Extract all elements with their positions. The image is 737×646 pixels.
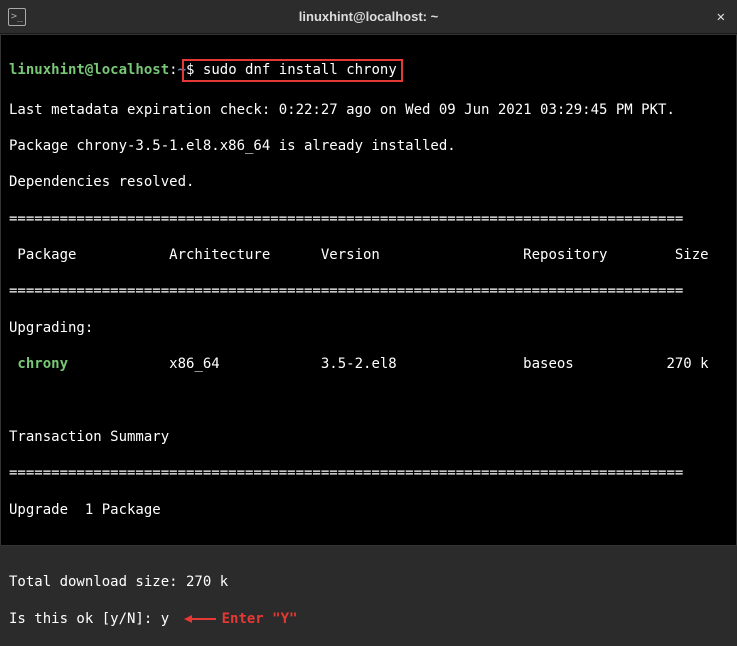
terminal-icon: >_ <box>8 8 26 26</box>
output-divider: ========================================… <box>9 210 728 228</box>
output-table-header: Package Architecture Version Repository … <box>9 246 728 264</box>
command-highlight: $ sudo dnf install chrony <box>182 59 403 82</box>
prompt-separator: : <box>169 62 177 78</box>
arrow-left-icon <box>184 615 192 623</box>
output-divider: ========================================… <box>9 282 728 300</box>
prompt-dollar: $ <box>186 62 194 78</box>
output-package-details: x86_64 3.5-2.el8 baseos 270 k <box>68 356 709 372</box>
output-upgrading-label: Upgrading: <box>9 319 728 337</box>
output-divider: ========================================… <box>9 464 728 482</box>
prompt-user-host: linuxhint@localhost <box>9 62 169 78</box>
window-title: linuxhint@localhost: ~ <box>299 9 438 24</box>
output-package-name: chrony <box>9 356 68 372</box>
output-deps-resolved: Dependencies resolved. <box>9 173 728 191</box>
output-confirm-answer: y <box>161 611 169 627</box>
output-already-installed: Package chrony-3.5-1.el8.x86_64 is alrea… <box>9 137 728 155</box>
window-titlebar: >_ linuxhint@localhost: ~ ✕ <box>0 0 737 34</box>
arrow-line <box>192 618 216 620</box>
output-metadata: Last metadata expiration check: 0:22:27 … <box>9 101 728 119</box>
terminal-content[interactable]: linuxhint@localhost:~$ sudo dnf install … <box>0 34 737 546</box>
output-upgrade-count: Upgrade 1 Package <box>9 501 728 519</box>
annotation-enter-y: Enter "Y" <box>184 610 298 628</box>
command-text: sudo dnf install chrony <box>203 62 397 78</box>
close-button[interactable]: ✕ <box>713 7 729 27</box>
output-download-size: Total download size: 270 k <box>9 573 728 591</box>
output-txn-summary: Transaction Summary <box>9 428 728 446</box>
output-confirm-prompt: Is this ok [y/N]: <box>9 611 161 627</box>
